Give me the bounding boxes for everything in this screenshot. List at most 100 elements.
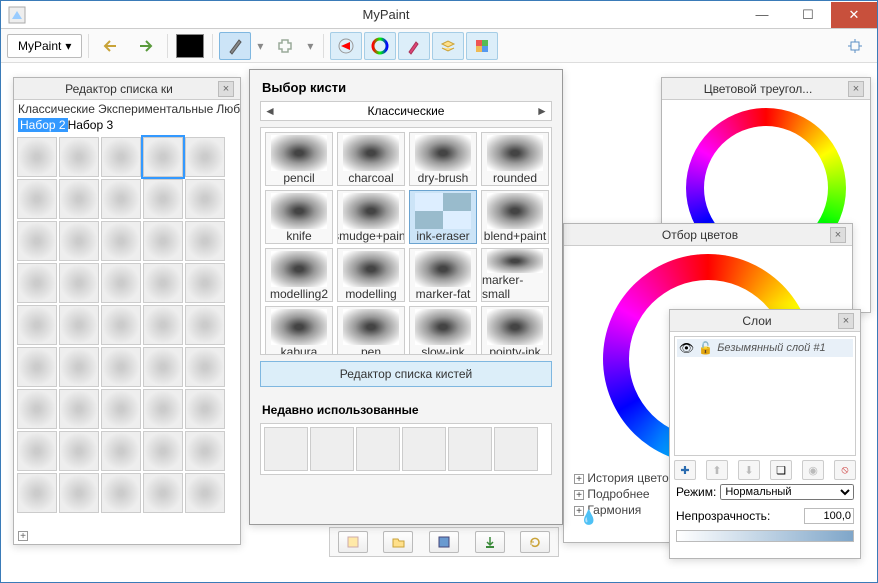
brush-cell[interactable]: knife — [265, 190, 333, 244]
lock-icon[interactable]: 🔓 — [698, 341, 713, 355]
brush-thumb[interactable] — [59, 347, 99, 387]
brush-thumb[interactable] — [101, 179, 141, 219]
brush-thumb[interactable] — [101, 473, 141, 513]
brush-cell[interactable]: pen — [337, 306, 405, 355]
brush-thumb[interactable] — [101, 431, 141, 471]
brush-cell[interactable]: kabura — [265, 306, 333, 355]
brush-cell[interactable]: pointy-ink — [481, 306, 549, 355]
brush-thumb[interactable] — [17, 179, 57, 219]
brush-cell[interactable]: rounded — [481, 132, 549, 186]
layer-up-button[interactable]: ⬆ — [706, 460, 728, 480]
brush-thumb[interactable] — [59, 179, 99, 219]
recent-brush[interactable] — [310, 427, 354, 471]
brush-thumb[interactable] — [17, 389, 57, 429]
recent-brush[interactable] — [402, 427, 446, 471]
blend-mode-select[interactable]: Нормальный — [720, 484, 854, 500]
brush-category-tabs[interactable]: Классические Экспериментальные Люб — [14, 100, 240, 118]
open-button[interactable] — [383, 531, 413, 553]
brush-tool-button[interactable] — [219, 32, 251, 60]
prev-category-icon[interactable]: ◄ — [261, 104, 279, 118]
brush-thumb[interactable] — [101, 389, 141, 429]
brush-thumb[interactable] — [17, 221, 57, 261]
delete-layer-button[interactable]: ⦸ — [834, 460, 856, 480]
brush-cell[interactable]: dry-brush — [409, 132, 477, 186]
brush-set-row[interactable]: Набор 2Набор 3 — [14, 118, 240, 134]
close-button[interactable]: ✕ — [831, 2, 877, 28]
layer-down-button[interactable]: ⬇ — [738, 460, 760, 480]
brush-thumb[interactable] — [185, 305, 225, 345]
brush-cell[interactable]: charcoal — [337, 132, 405, 186]
brush-thumb[interactable] — [185, 473, 225, 513]
close-icon[interactable]: × — [848, 81, 864, 97]
brush-thumb[interactable] — [143, 431, 183, 471]
brush-thumb[interactable] — [185, 137, 225, 177]
color-swatch-button[interactable] — [174, 32, 206, 60]
export-button[interactable] — [475, 531, 505, 553]
plugin-button[interactable] — [269, 32, 301, 60]
brush-thumb[interactable] — [185, 431, 225, 471]
brush-thumb[interactable] — [17, 137, 57, 177]
brush-thumb[interactable] — [143, 263, 183, 303]
brush-cell[interactable]: marker-fat — [409, 248, 477, 302]
brush-thumb[interactable] — [59, 221, 99, 261]
recent-brush[interactable] — [448, 427, 492, 471]
brush-cell[interactable]: smudge+paint — [337, 190, 405, 244]
add-brushset-button[interactable]: + — [18, 528, 28, 542]
brush-cell[interactable]: ink-eraser — [409, 190, 477, 244]
color-triangle-toggle[interactable] — [330, 32, 362, 60]
visibility-icon[interactable]: 👁 — [679, 341, 694, 355]
brush-thumb[interactable] — [17, 431, 57, 471]
brush-cell[interactable]: modelling — [337, 248, 405, 302]
brush-thumb[interactable] — [59, 263, 99, 303]
save-button[interactable] — [429, 531, 459, 553]
chevron-down-icon[interactable]: ▾ — [253, 39, 267, 53]
opacity-slider[interactable] — [676, 530, 854, 542]
minimize-button[interactable]: — — [739, 2, 785, 28]
app-menu-button[interactable]: MyPaint ▾ — [7, 34, 82, 58]
add-layer-button[interactable]: ✚ — [674, 460, 696, 480]
brush-thumb[interactable] — [185, 347, 225, 387]
undo-button[interactable] — [95, 32, 127, 60]
brush-thumb[interactable] — [185, 179, 225, 219]
brush-thumb[interactable] — [143, 305, 183, 345]
recent-brush[interactable] — [356, 427, 400, 471]
brush-thumb[interactable] — [17, 473, 57, 513]
reload-button[interactable] — [520, 531, 550, 553]
brush-cell[interactable]: modelling2 — [265, 248, 333, 302]
brush-set-selected[interactable]: Набор 2 — [18, 118, 68, 132]
duplicate-layer-button[interactable]: ❏ — [770, 460, 792, 480]
next-category-icon[interactable]: ► — [533, 104, 551, 118]
redo-button[interactable] — [129, 32, 161, 60]
brush-cell[interactable]: pencil — [265, 132, 333, 186]
recent-brush[interactable] — [494, 427, 538, 471]
brush-thumb[interactable] — [143, 179, 183, 219]
brush-thumb[interactable] — [143, 389, 183, 429]
brush-thumb[interactable] — [59, 431, 99, 471]
brush-thumb[interactable] — [59, 389, 99, 429]
layers-toggle[interactable] — [432, 32, 464, 60]
brush-thumb[interactable] — [59, 137, 99, 177]
brush-list-toggle[interactable] — [398, 32, 430, 60]
brush-thumb[interactable] — [101, 347, 141, 387]
brush-cell[interactable]: blend+paint — [481, 190, 549, 244]
brush-cell[interactable]: marker-small — [481, 248, 549, 302]
chevron-down-icon[interactable]: ▾ — [303, 39, 317, 53]
eyedropper-icon[interactable]: 💧 — [580, 509, 597, 526]
close-icon[interactable]: × — [218, 81, 234, 97]
maximize-button[interactable]: ☐ — [785, 2, 831, 28]
opacity-value[interactable]: 100,0 — [804, 508, 854, 524]
brush-thumb[interactable] — [185, 389, 225, 429]
fullscreen-button[interactable] — [839, 32, 871, 60]
close-icon[interactable]: × — [830, 227, 846, 243]
merge-layer-button[interactable]: ◉ — [802, 460, 824, 480]
brush-thumb[interactable] — [101, 263, 141, 303]
brush-thumb[interactable] — [17, 263, 57, 303]
open-brush-editor-button[interactable]: Редактор списка кистей — [260, 361, 552, 387]
brush-thumb[interactable] — [17, 347, 57, 387]
brush-thumb[interactable] — [101, 305, 141, 345]
category-selector[interactable]: ◄ Классические ► — [260, 101, 552, 121]
new-button[interactable] — [338, 531, 368, 553]
brush-cell[interactable]: slow-ink — [409, 306, 477, 355]
brush-thumb[interactable] — [185, 263, 225, 303]
recent-brush[interactable] — [264, 427, 308, 471]
